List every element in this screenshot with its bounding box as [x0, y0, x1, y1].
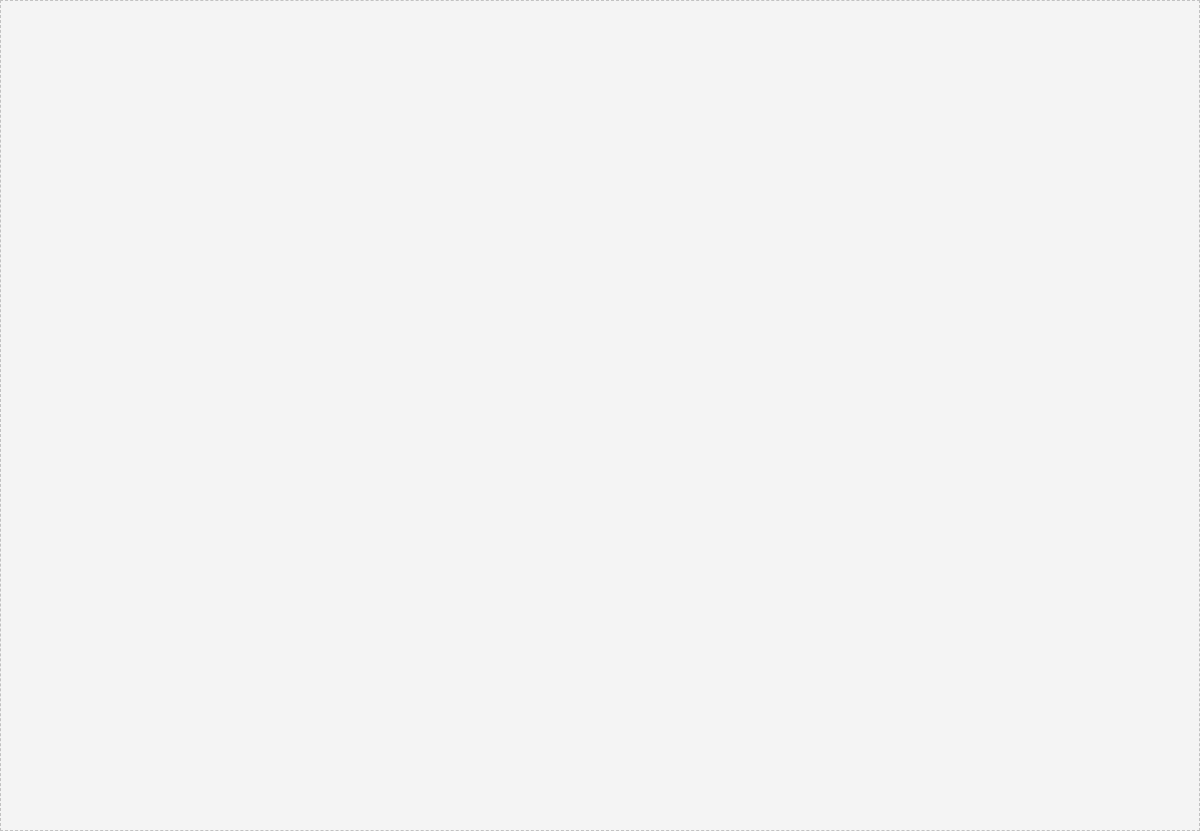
placeholder-frame [0, 0, 1200, 831]
